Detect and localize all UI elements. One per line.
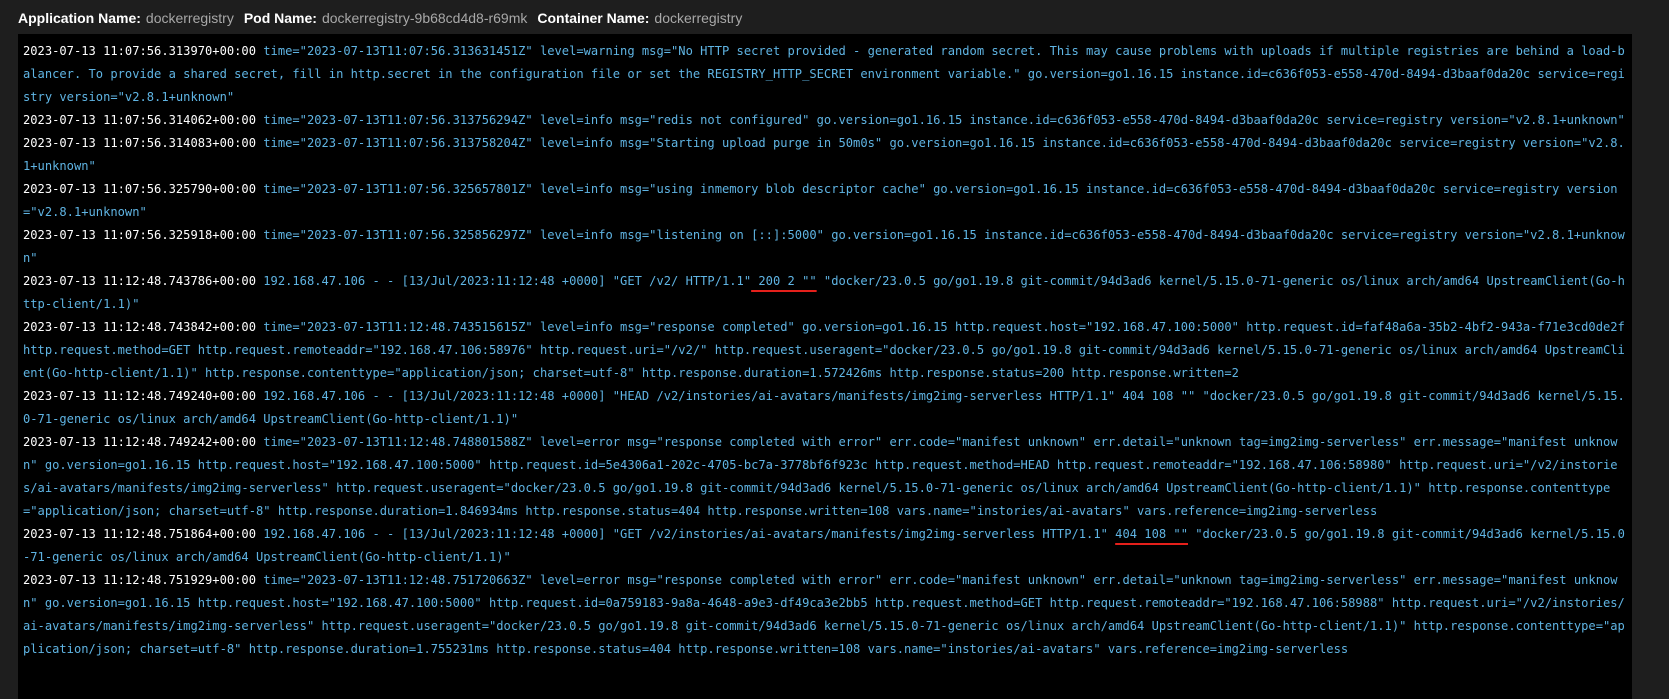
log-line: 2023-07-13 11:07:56.313970+00:00 time="2… <box>23 40 1626 109</box>
log-timestamp: 2023-07-13 11:07:56.325790+00:00 <box>23 182 256 196</box>
log-timestamp: 2023-07-13 11:12:48.749240+00:00 <box>23 389 256 403</box>
highlighted-status-code: 200 2 "" <box>751 274 817 288</box>
log-timestamp: 2023-07-13 11:12:48.743842+00:00 <box>23 320 256 334</box>
log-content: 2023-07-13 11:07:56.313970+00:00 time="2… <box>23 40 1626 661</box>
log-message: time="2023-07-13T11:07:56.313631451Z" le… <box>23 44 1625 104</box>
log-line: 2023-07-13 11:12:48.743842+00:00 time="2… <box>23 316 1626 385</box>
log-timestamp: 2023-07-13 11:12:48.751929+00:00 <box>23 573 256 587</box>
log-message: time="2023-07-13T11:07:56.325856297Z" le… <box>23 228 1625 265</box>
highlighted-status-code: 404 108 "" <box>1115 527 1188 541</box>
log-message: time="2023-07-13T11:12:48.743515615Z" le… <box>23 320 1632 380</box>
log-line: 2023-07-13 11:12:48.751929+00:00 time="2… <box>23 569 1626 661</box>
log-timestamp: 2023-07-13 11:07:56.314062+00:00 <box>23 113 256 127</box>
log-timestamp: 2023-07-13 11:12:48.751864+00:00 <box>23 527 256 541</box>
log-line: 2023-07-13 11:12:48.751864+00:00 192.168… <box>23 523 1626 569</box>
log-message: 192.168.47.106 - - [13/Jul/2023:11:12:48… <box>23 389 1625 426</box>
log-message-text: 192.168.47.106 - - [13/Jul/2023:11:12:48… <box>263 527 1116 541</box>
log-line: 2023-07-13 11:12:48.749242+00:00 time="2… <box>23 431 1626 523</box>
log-message: 192.168.47.106 - - [13/Jul/2023:11:12:48… <box>23 527 1625 564</box>
log-line: 2023-07-13 11:12:48.749240+00:00 192.168… <box>23 385 1626 431</box>
log-message-text: 192.168.47.106 - - [13/Jul/2023:11:12:48… <box>263 274 752 288</box>
log-message: time="2023-07-13T11:12:48.748801588Z" le… <box>23 435 1618 518</box>
log-line: 2023-07-13 11:07:56.314083+00:00 time="2… <box>23 132 1626 178</box>
container-name-label: Container Name: <box>537 10 650 26</box>
pod-name-value: dockerregistry-9b68cd4d8-r69mk <box>321 10 528 26</box>
log-line: 2023-07-13 11:07:56.325790+00:00 time="2… <box>23 178 1626 224</box>
log-line: 2023-07-13 11:07:56.314062+00:00 time="2… <box>23 109 1626 132</box>
log-timestamp: 2023-07-13 11:12:48.743786+00:00 <box>23 274 256 288</box>
application-name-value: dockerregistry <box>145 10 234 26</box>
log-message: time="2023-07-13T11:07:56.325657801Z" le… <box>23 182 1618 219</box>
log-message: time="2023-07-13T11:12:48.751720663Z" le… <box>23 573 1625 656</box>
log-timestamp: 2023-07-13 11:07:56.313970+00:00 <box>23 44 256 58</box>
log-timestamp: 2023-07-13 11:07:56.325918+00:00 <box>23 228 256 242</box>
log-header: Application Name: dockerregistry Pod Nam… <box>18 8 752 28</box>
log-message: time="2023-07-13T11:07:56.313756294Z" le… <box>263 113 1625 127</box>
log-timestamp: 2023-07-13 11:12:48.749242+00:00 <box>23 435 256 449</box>
log-line: 2023-07-13 11:07:56.325918+00:00 time="2… <box>23 224 1626 270</box>
log-timestamp: 2023-07-13 11:07:56.314083+00:00 <box>23 136 256 150</box>
log-message: time="2023-07-13T11:07:56.313758204Z" le… <box>23 136 1625 173</box>
log-panel[interactable]: 2023-07-13 11:07:56.313970+00:00 time="2… <box>18 34 1632 699</box>
scrollbar-track[interactable] <box>1632 34 1669 699</box>
log-message: 192.168.47.106 - - [13/Jul/2023:11:12:48… <box>23 274 1625 311</box>
application-name-label: Application Name: <box>18 10 141 26</box>
container-name-value: dockerregistry <box>654 10 743 26</box>
log-line: 2023-07-13 11:12:48.743786+00:00 192.168… <box>23 270 1626 316</box>
pod-name-label: Pod Name: <box>243 10 317 26</box>
